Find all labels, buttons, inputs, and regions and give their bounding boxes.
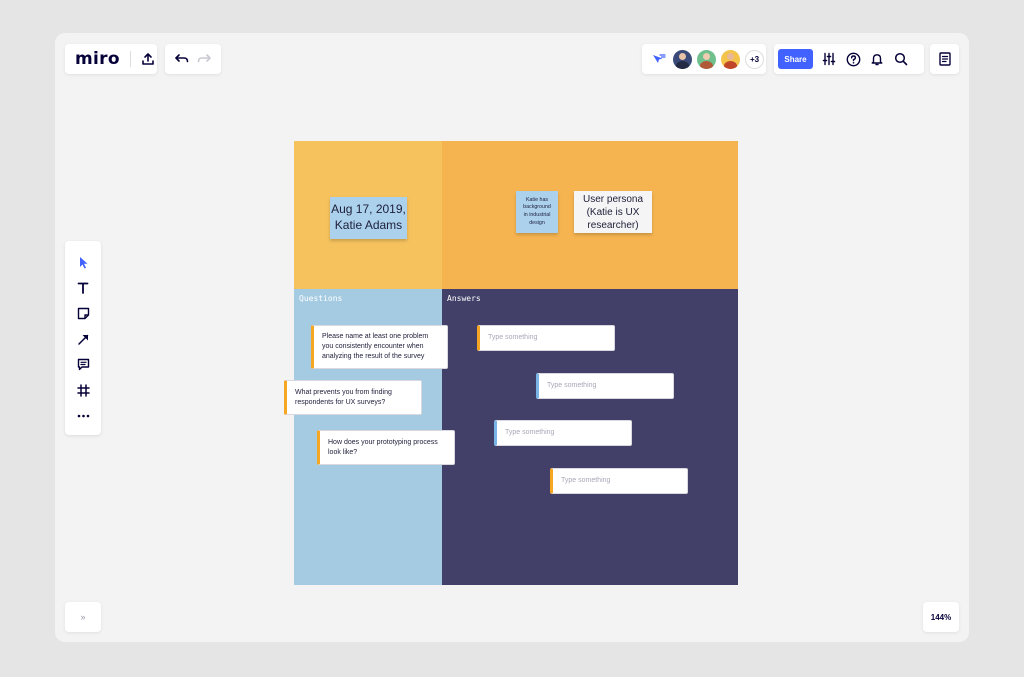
answer-card[interactable]: Type something bbox=[494, 420, 632, 446]
background-sticky-text: Katie has background in industrial desig… bbox=[523, 196, 551, 226]
redo-icon[interactable] bbox=[193, 47, 215, 71]
question-card[interactable]: How does your prototyping process look l… bbox=[317, 430, 455, 465]
answer-placeholder: Type something bbox=[547, 382, 597, 390]
expand-sidebar-button[interactable]: » bbox=[65, 602, 101, 632]
answer-card[interactable]: Type something bbox=[536, 373, 674, 399]
notes-icon[interactable] bbox=[933, 47, 957, 71]
comment-icon[interactable] bbox=[70, 352, 96, 378]
answer-placeholder: Type something bbox=[488, 334, 538, 342]
undo-icon[interactable] bbox=[171, 47, 193, 71]
settings-sliders-icon[interactable] bbox=[817, 47, 841, 71]
collaborators-panel: +3 bbox=[642, 44, 766, 74]
help-icon[interactable] bbox=[841, 47, 865, 71]
bell-icon[interactable] bbox=[865, 47, 889, 71]
search-icon[interactable] bbox=[889, 47, 913, 71]
date-sticky-text: Aug 17, 2019, Katie Adams bbox=[331, 202, 406, 232]
header-tools-panel: Share bbox=[774, 44, 924, 74]
upload-icon[interactable] bbox=[139, 47, 157, 71]
logo-panel: miro bbox=[65, 44, 157, 74]
answer-placeholder: Type something bbox=[505, 429, 555, 437]
collapse-chevron-icon: » bbox=[80, 612, 86, 622]
app-window: miro +3 Share Questions Answers Aug 17, … bbox=[55, 33, 969, 642]
background-sticky-note[interactable]: Katie has background in industrial desig… bbox=[516, 191, 558, 233]
zoom-level-text: 144% bbox=[930, 612, 952, 622]
share-button[interactable]: Share bbox=[778, 49, 813, 69]
persona-sticky-note[interactable]: User persona (Katie is UX researcher) bbox=[574, 191, 652, 233]
avatar[interactable] bbox=[721, 49, 740, 69]
zoom-level-button[interactable]: 144% bbox=[923, 602, 959, 632]
question-text: Please name at least one problem you con… bbox=[322, 333, 429, 360]
text-icon[interactable] bbox=[70, 276, 96, 302]
answers-label: Answers bbox=[447, 294, 481, 303]
board-frame: Questions Answers Aug 17, 2019, Katie Ad… bbox=[284, 141, 738, 585]
answer-placeholder: Type something bbox=[561, 477, 611, 485]
frame-icon[interactable] bbox=[70, 378, 96, 404]
answer-card[interactable]: Type something bbox=[477, 325, 615, 351]
question-text: What prevents you from finding responden… bbox=[295, 388, 392, 406]
avatar[interactable] bbox=[673, 49, 692, 69]
select-icon[interactable] bbox=[70, 250, 96, 276]
cursor-follow-icon[interactable] bbox=[650, 47, 668, 71]
question-text: How does your prototyping process look l… bbox=[328, 438, 438, 456]
more-icon[interactable] bbox=[70, 403, 96, 429]
divider bbox=[129, 51, 131, 67]
undo-redo-panel bbox=[165, 44, 221, 74]
notes-panel bbox=[930, 44, 959, 74]
question-card[interactable]: Please name at least one problem you con… bbox=[311, 325, 448, 369]
date-sticky-note[interactable]: Aug 17, 2019, Katie Adams bbox=[330, 197, 407, 239]
sticky-note-icon[interactable] bbox=[70, 301, 96, 327]
question-card[interactable]: What prevents you from finding responden… bbox=[284, 380, 422, 415]
more-collaborators-badge[interactable]: +3 bbox=[745, 49, 764, 69]
left-toolbar bbox=[65, 241, 101, 435]
persona-sticky-text: User persona (Katie is UX researcher) bbox=[582, 193, 644, 231]
answer-card[interactable]: Type something bbox=[550, 468, 688, 494]
questions-label: Questions bbox=[299, 294, 343, 303]
avatar[interactable] bbox=[697, 49, 716, 69]
arrow-icon[interactable] bbox=[70, 327, 96, 353]
miro-logo[interactable]: miro bbox=[75, 49, 120, 69]
